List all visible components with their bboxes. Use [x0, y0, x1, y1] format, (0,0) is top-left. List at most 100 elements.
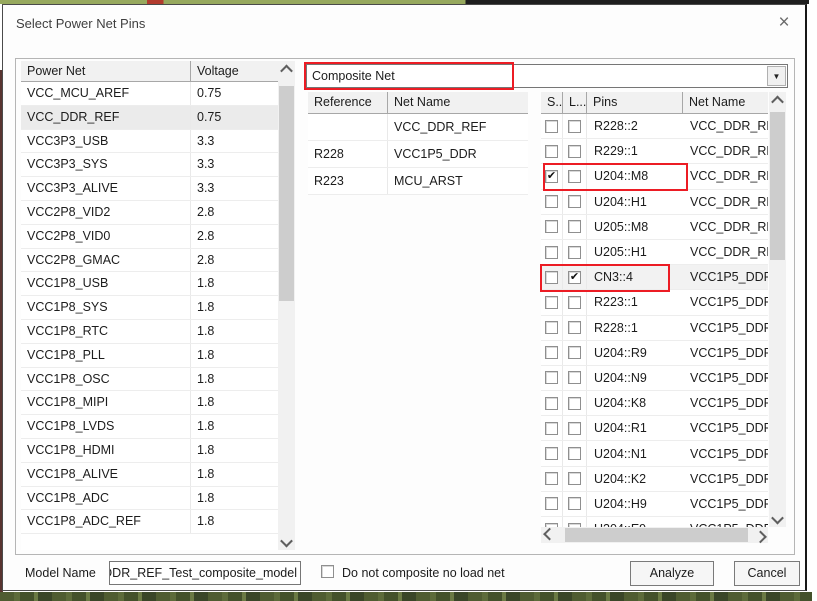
s-checkbox[interactable]: [545, 321, 558, 334]
close-icon[interactable]: ×: [771, 11, 797, 35]
power-net-row[interactable]: VCC1P8_RTC1.8: [21, 320, 278, 344]
s-checkbox[interactable]: [545, 296, 558, 309]
s-checkbox[interactable]: [545, 371, 558, 384]
l-checkbox[interactable]: [568, 246, 581, 259]
s-checkbox[interactable]: [545, 497, 558, 510]
s-checkbox[interactable]: [545, 220, 558, 233]
model-name-input[interactable]: DDR_REF_Test_composite_model: [109, 561, 301, 585]
scroll-up-icon[interactable]: [278, 61, 295, 77]
l-checkbox[interactable]: [568, 472, 581, 485]
scroll-down-icon[interactable]: [769, 511, 786, 527]
scroll-up-icon[interactable]: [769, 92, 786, 108]
power-net-row[interactable]: VCC1P8_ADC_REF1.8: [21, 510, 278, 534]
scroll-left-icon[interactable]: [541, 527, 557, 543]
power-net-row[interactable]: VCC2P8_VID02.8: [21, 225, 278, 249]
column-header-net-name[interactable]: Net Name: [683, 92, 768, 113]
composite-net-dropdown[interactable]: Composite Net ▼: [306, 64, 788, 88]
l-checkbox[interactable]: [568, 145, 581, 158]
column-header-power-net[interactable]: Power Net: [21, 61, 191, 81]
l-checkbox[interactable]: [568, 321, 581, 334]
scrollbar-thumb[interactable]: [565, 528, 748, 542]
pins-row[interactable]: U204::H1VCC_DDR_REF: [541, 190, 768, 215]
l-checkbox[interactable]: [568, 170, 581, 183]
s-checkbox[interactable]: [545, 120, 558, 133]
power-net-scrollbar[interactable]: [278, 61, 295, 550]
l-checkbox[interactable]: [568, 271, 581, 284]
pins-row[interactable]: R229::1VCC_DDR_REF: [541, 139, 768, 164]
pins-row[interactable]: R223::1VCC1P5_DDR: [541, 290, 768, 315]
l-checkbox[interactable]: [568, 397, 581, 410]
column-header-l[interactable]: L...: [563, 92, 587, 113]
l-checkbox[interactable]: [568, 447, 581, 460]
pins-row[interactable]: R228::2VCC_DDR_REF: [541, 114, 768, 139]
l-checkbox[interactable]: [568, 346, 581, 359]
power-net-row[interactable]: VCC1P8_USB1.8: [21, 272, 278, 296]
column-header-reference[interactable]: Reference: [308, 92, 388, 113]
power-net-row[interactable]: VCC3P3_USB3.3: [21, 130, 278, 154]
power-net-row[interactable]: VCC1P8_ADC1.8: [21, 487, 278, 511]
pins-row[interactable]: U204::H9VCC1P5_DDR: [541, 492, 768, 517]
power-net-row[interactable]: VCC1P8_LVDS1.8: [21, 415, 278, 439]
cancel-button[interactable]: Cancel: [734, 561, 800, 586]
power-net-row[interactable]: VCC1P8_MIPI1.8: [21, 391, 278, 415]
reference-row[interactable]: R223MCU_ARST: [308, 168, 528, 195]
l-checkbox[interactable]: [568, 220, 581, 233]
pins-row[interactable]: U204::N1VCC1P5_DDR: [541, 441, 768, 466]
s-checkbox[interactable]: [545, 170, 558, 183]
s-checkbox[interactable]: [545, 145, 558, 158]
column-header-net-name[interactable]: Net Name: [388, 92, 528, 113]
pins-row[interactable]: U204::K8VCC1P5_DDR: [541, 391, 768, 416]
pins-row[interactable]: U204::N9VCC1P5_DDR: [541, 366, 768, 391]
column-header-s[interactable]: S..: [541, 92, 563, 113]
l-checkbox[interactable]: [568, 195, 581, 208]
power-net-row[interactable]: VCC2P8_VID22.8: [21, 201, 278, 225]
power-net-row[interactable]: VCC1P8_PLL1.8: [21, 344, 278, 368]
s-checkbox[interactable]: [545, 397, 558, 410]
pins-row[interactable]: U204::K2VCC1P5_DDR: [541, 467, 768, 492]
scroll-right-icon[interactable]: [752, 527, 768, 543]
no-load-net-checkbox[interactable]: [321, 565, 334, 578]
pins-row[interactable]: CN3::4VCC1P5_DDR: [541, 265, 768, 290]
pins-row[interactable]: R228::1VCC1P5_DDR: [541, 316, 768, 341]
power-net-row[interactable]: VCC1P8_ALIVE1.8: [21, 463, 278, 487]
analyze-button[interactable]: Analyze: [630, 561, 714, 586]
s-checkbox[interactable]: [545, 346, 558, 359]
pins-row[interactable]: U204::M8VCC_DDR_REF: [541, 164, 768, 189]
power-net-row[interactable]: VCC_DDR_REF0.75: [21, 106, 278, 130]
pins-row[interactable]: U204::R9VCC1P5_DDR: [541, 341, 768, 366]
pins-row[interactable]: U205::H1VCC_DDR_REF: [541, 240, 768, 265]
chevron-down-icon[interactable]: ▼: [767, 66, 786, 86]
pins-v-scrollbar[interactable]: [769, 92, 786, 527]
scrollbar-thumb[interactable]: [279, 86, 294, 301]
s-checkbox[interactable]: [545, 422, 558, 435]
s-checkbox[interactable]: [545, 447, 558, 460]
pins-row[interactable]: U204::E9VCC1P5_DDR: [541, 517, 768, 527]
scrollbar-thumb[interactable]: [770, 112, 785, 260]
power-net-row[interactable]: VCC1P8_HDMI1.8: [21, 439, 278, 463]
power-net-row[interactable]: VCC_MCU_AREF0.75: [21, 82, 278, 106]
pin-net-name: VCC_DDR_REF: [683, 195, 768, 209]
pins-h-scrollbar[interactable]: [541, 527, 768, 543]
column-header-voltage[interactable]: Voltage: [191, 61, 278, 81]
reference-row[interactable]: VCC_DDR_REF: [308, 114, 528, 141]
power-net-name: VCC1P8_ALIVE: [21, 463, 191, 486]
l-checkbox[interactable]: [568, 120, 581, 133]
power-net-row[interactable]: VCC1P8_OSC1.8: [21, 368, 278, 392]
reference-row[interactable]: R228VCC1P5_DDR: [308, 141, 528, 168]
power-net-row[interactable]: VCC3P3_SYS3.3: [21, 153, 278, 177]
pins-row[interactable]: U204::R1VCC1P5_DDR: [541, 416, 768, 441]
l-checkbox[interactable]: [568, 371, 581, 384]
s-checkbox[interactable]: [545, 472, 558, 485]
pins-row[interactable]: U205::M8VCC_DDR_REF: [541, 215, 768, 240]
power-net-row[interactable]: VCC1P8_SYS1.8: [21, 296, 278, 320]
column-header-pins[interactable]: Pins: [587, 92, 683, 113]
s-checkbox[interactable]: [545, 271, 558, 284]
s-checkbox[interactable]: [545, 195, 558, 208]
l-checkbox[interactable]: [568, 296, 581, 309]
l-checkbox[interactable]: [568, 422, 581, 435]
power-net-row[interactable]: VCC2P8_GMAC2.8: [21, 249, 278, 273]
scroll-down-icon[interactable]: [278, 534, 295, 550]
l-checkbox[interactable]: [568, 497, 581, 510]
power-net-row[interactable]: VCC3P3_ALIVE3.3: [21, 177, 278, 201]
s-checkbox[interactable]: [545, 246, 558, 259]
